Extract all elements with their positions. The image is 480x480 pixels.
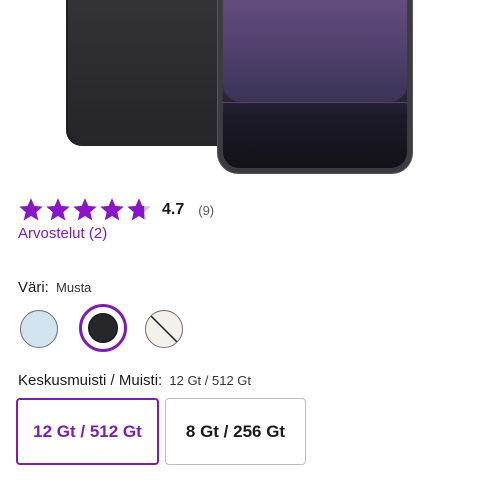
color-swatch-black xyxy=(88,313,118,343)
star-icon xyxy=(73,198,97,221)
star-icon xyxy=(127,198,151,221)
star-icon xyxy=(100,198,124,221)
rating-count: (9) xyxy=(198,202,215,218)
rating-value: 4.7 xyxy=(162,201,185,218)
color-label: Väri: Musta xyxy=(18,279,91,296)
memory-label: Keskusmuisti / Muisti: 12 Gt / 512 Gt xyxy=(18,372,251,389)
memory-label-text: Keskusmuisti / Muisti: xyxy=(18,372,163,389)
product-page: 4.7 (9) Arvostelut (2) Väri: Musta Kesku… xyxy=(0,0,480,480)
star-icon xyxy=(46,198,70,221)
phone-back-image xyxy=(66,0,236,146)
unavailable-slash-icon xyxy=(149,314,179,344)
memory-selected-value: 12 Gt / 512 Gt xyxy=(169,373,252,388)
color-swatch-light-blue[interactable] xyxy=(20,310,58,348)
reviews-link[interactable]: Arvostelut (2) xyxy=(18,225,107,242)
rating-row: 4.7 (9) xyxy=(18,195,214,225)
memory-option-label: 8 Gt / 256 Gt xyxy=(185,421,286,441)
phone-screen xyxy=(223,0,407,168)
color-label-text: Väri: xyxy=(18,279,49,296)
star-icon xyxy=(19,198,43,221)
product-image xyxy=(0,0,480,185)
color-swatch-black-selected[interactable] xyxy=(79,304,127,352)
memory-option-12-512[interactable]: 12 Gt / 512 Gt xyxy=(16,398,159,465)
phone-front-image xyxy=(218,0,412,173)
rating-stars xyxy=(18,197,152,223)
color-swatch-white[interactable] xyxy=(145,310,183,348)
color-selected-value: Musta xyxy=(56,280,92,295)
memory-option-label: 12 Gt / 512 Gt xyxy=(33,421,142,441)
memory-option-8-256[interactable]: 8 Gt / 256 Gt xyxy=(165,398,306,465)
